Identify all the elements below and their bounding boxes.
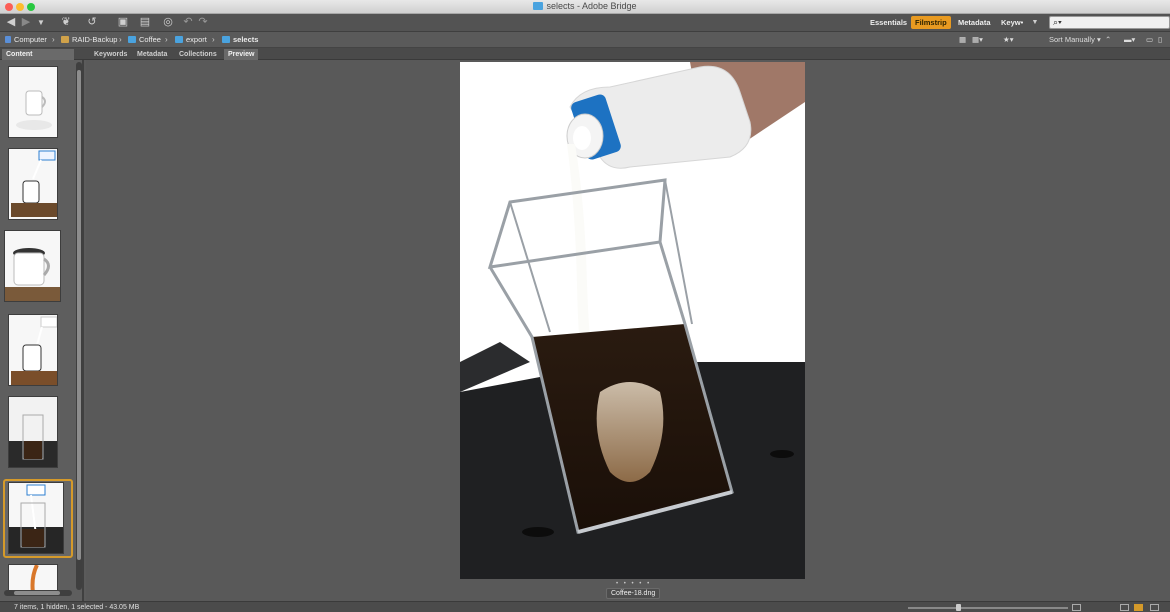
crumb-raid-backup[interactable]: RAID-Backup (61, 34, 117, 46)
recent-dropdown-icon[interactable]: ▼ (36, 16, 46, 29)
back-arrow-icon[interactable]: ◀ (5, 16, 17, 29)
slider-handle[interactable] (956, 604, 961, 611)
orange-pour-image (9, 565, 57, 591)
list-view-icon[interactable] (1150, 604, 1159, 611)
folder-icon (222, 36, 230, 43)
crumb-label: Coffee (139, 35, 161, 44)
rotate-right-icon[interactable]: ↷ (197, 16, 209, 29)
thumbnail[interactable] (8, 564, 58, 592)
tab-preview[interactable]: Preview (224, 49, 259, 60)
drive-icon (61, 36, 69, 43)
search-icon: ⌕▾ (1053, 17, 1062, 27)
status-text: 7 items, 1 hidden, 1 selected - 43.05 MB (14, 604, 140, 611)
thumbnail[interactable] (8, 314, 58, 386)
application-toolbar: ◀ ▶ ▼ ❦ ↺ ▣ ▤ ◎ ↶ ↷ Essentials Filmstrip… (0, 14, 1170, 32)
scrollbar-thumb[interactable] (14, 591, 60, 595)
workspace-filmstrip[interactable]: Filmstrip (911, 16, 951, 29)
crumb-label: RAID-Backup (72, 35, 118, 44)
rotate-left-icon[interactable]: ↶ (182, 16, 194, 29)
vertical-scrollbar[interactable] (76, 62, 82, 590)
return-to-camera-raw-icon[interactable]: ↺ (86, 16, 98, 29)
thumbnail[interactable] (8, 148, 58, 220)
go-parent-icon[interactable]: ❦ (58, 16, 74, 29)
path-bar: Computer › RAID-Backup › Coffee › export… (0, 32, 1170, 48)
folder-icon (128, 36, 136, 43)
window-title: selects - Adobe Bridge (0, 1, 1170, 11)
crumb-computer[interactable]: Computer (5, 34, 47, 46)
trash-icon[interactable]: ▯ (1158, 34, 1162, 46)
grid-view-icon[interactable] (1120, 604, 1129, 611)
sort-ascending-icon[interactable]: ⌃ (1105, 34, 1111, 46)
computer-icon (5, 36, 11, 43)
filename-label[interactable]: Coffee-18.dng (606, 588, 661, 599)
sort-label: Sort Manually (1049, 35, 1095, 44)
mug-image (9, 67, 57, 137)
tab-metadata[interactable]: Metadata (133, 49, 171, 60)
window-title-text: selects - Adobe Bridge (546, 1, 637, 11)
horizontal-scrollbar[interactable] (4, 590, 72, 596)
chevron-right-icon: › (52, 35, 55, 44)
folder-icon[interactable]: ▭ (1146, 34, 1153, 46)
milk-coffee-photo (460, 62, 805, 579)
workspace-essentials[interactable]: Essentials (866, 16, 911, 29)
tab-collections[interactable]: Collections (175, 49, 221, 60)
thumbnail[interactable] (8, 66, 58, 138)
refine-icon[interactable]: ▤ (136, 16, 154, 29)
crumb-export[interactable]: export (175, 34, 207, 46)
preview-panel: • • • • • Coffee-18.dng (86, 60, 1170, 601)
crumb-coffee[interactable]: Coffee (128, 34, 161, 46)
crumb-label: export (186, 35, 207, 44)
forward-arrow-icon[interactable]: ▶ (20, 16, 32, 29)
workspace-metadata[interactable]: Metadata (954, 16, 995, 29)
pour-mug-2-image (9, 315, 57, 385)
pour-mug-image (9, 149, 57, 219)
pour-glass-image (9, 483, 63, 553)
new-folder-icon[interactable]: ▬▾ (1124, 34, 1135, 46)
crumb-selects[interactable]: selects (222, 34, 258, 46)
folder-icon (175, 36, 183, 43)
star-filter-icon[interactable]: ★▾ (1003, 34, 1014, 46)
search-input[interactable]: ⌕▾ (1049, 16, 1170, 29)
status-bar: 7 items, 1 hidden, 1 selected - 43.05 MB (0, 601, 1170, 612)
view-options-icon[interactable]: ▦▾ (972, 34, 983, 46)
sort-dropdown[interactable]: Sort Manually ▾ (1049, 34, 1101, 46)
tab-keywords[interactable]: Keywords (90, 49, 131, 60)
filmstrip-view-icon[interactable] (1134, 604, 1143, 611)
crumb-label: Computer (14, 35, 47, 44)
preview-image[interactable] (460, 62, 805, 579)
rating-stars[interactable]: • • • • • (616, 581, 651, 587)
thumbnail[interactable] (4, 230, 61, 302)
thumbnail-selected[interactable] (8, 482, 64, 554)
mug-lid-image (5, 231, 60, 301)
workspace-menu-chevron-icon[interactable]: ▼ (1030, 16, 1040, 29)
workspace-keywords[interactable]: Keyw• (997, 16, 1027, 29)
glass-image (9, 397, 57, 467)
scrollbar-thumb[interactable] (77, 70, 81, 560)
crumb-label: selects (233, 35, 259, 44)
grid-view-icon[interactable]: ▦ (959, 34, 966, 46)
camera-icon[interactable]: ▣ (116, 16, 130, 29)
open-in-camera-raw-icon[interactable]: ◎ (162, 16, 174, 29)
title-bar: selects - Adobe Bridge (0, 0, 1170, 14)
thumbnail-size-slider[interactable] (908, 607, 1068, 609)
chevron-right-icon: › (212, 35, 215, 44)
thumbnail[interactable] (8, 396, 58, 468)
content-panel (0, 60, 84, 601)
folder-icon (533, 2, 544, 10)
panel-tab-bar: Content Keywords Metadata Collections Pr… (0, 48, 1170, 60)
chevron-right-icon: › (119, 35, 122, 44)
lock-grid-icon[interactable] (1072, 604, 1081, 611)
chevron-right-icon: › (165, 35, 168, 44)
tab-content[interactable]: Content (2, 49, 74, 60)
